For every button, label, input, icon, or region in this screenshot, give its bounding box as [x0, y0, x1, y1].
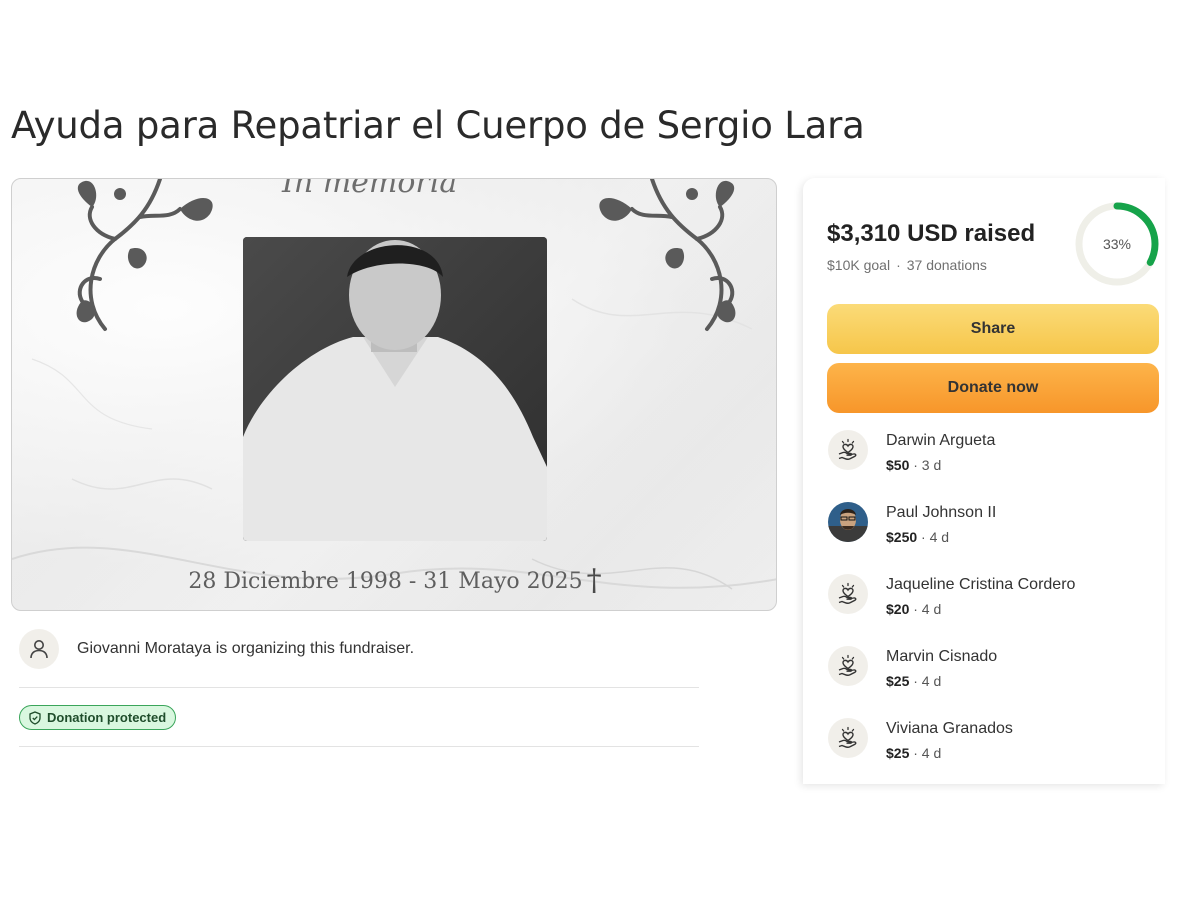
donor-avatar: [828, 430, 868, 470]
heart-hand-icon: [838, 582, 857, 604]
divider: [19, 746, 699, 747]
organizer-text[interactable]: Giovanni Morataya is organizing this fun…: [77, 640, 414, 658]
donor-item: Paul Johnson II $250 · 4 d: [827, 502, 1147, 554]
heart-hand-icon: [838, 726, 857, 748]
fundraiser-hero-image[interactable]: In memoria 28 Diciembre 1998 - 31 Mayo 2…: [11, 178, 777, 611]
heart-hand-icon: [838, 438, 857, 460]
page-title: Ayuda para Repatriar el Cuerpo de Sergio…: [11, 104, 865, 147]
floral-ornament-left: [76, 179, 213, 331]
donor-meta: $250 · 4 d: [886, 529, 949, 545]
donor-name: Marvin Cisnado: [886, 648, 998, 665]
share-button[interactable]: Share: [827, 304, 1159, 354]
donor-item: Darwin Argueta $50 · 3 d: [827, 430, 1147, 482]
donor-avatar: [828, 502, 868, 542]
divider: [19, 687, 699, 688]
goal-separator: ·: [896, 257, 901, 273]
donation-count[interactable]: 37 donations: [907, 257, 987, 273]
floral-ornament-right: [599, 179, 736, 331]
memorial-dates-text: 28 Diciembre 1998 - 31 Mayo 2025: [188, 569, 583, 594]
donate-now-button[interactable]: Donate now: [827, 363, 1159, 413]
cross-icon: †: [586, 563, 602, 598]
donor-amount: $25: [886, 673, 910, 689]
donor-photo: [828, 502, 868, 542]
donor-avatar: [828, 646, 868, 686]
donor-time: · 4 d: [921, 529, 950, 545]
donor-item: Marvin Cisnado $25 · 4 d: [827, 646, 1147, 698]
donor-avatar: [828, 718, 868, 758]
donor-meta: $50 · 3 d: [886, 457, 941, 473]
donor-time: · 3 d: [913, 457, 942, 473]
donation-sidebar-card: $3,310 USD raised $10K goal · 37 donations…: [803, 178, 1165, 784]
donor-amount: $250: [886, 529, 918, 545]
donor-time: · 4 d: [913, 601, 942, 617]
donor-time: · 4 d: [913, 745, 942, 761]
donor-name: Paul Johnson II: [886, 504, 997, 521]
donor-avatar: [828, 574, 868, 614]
donor-amount: $25: [886, 745, 910, 761]
donor-time: · 4 d: [913, 673, 942, 689]
memorial-portrait-photo: [243, 237, 547, 541]
donation-protected-label: Donation protected: [47, 710, 167, 725]
donor-name: Viviana Granados: [886, 720, 1013, 737]
donor-amount: $50: [886, 457, 910, 473]
progress-ring: 33%: [1074, 201, 1160, 287]
memorial-dates: 28 Diciembre 1998 - 31 Mayo 2025 †: [12, 561, 776, 598]
donor-item: Viviana Granados $25 · 4 d: [827, 718, 1147, 770]
progress-percent: 33%: [1102, 236, 1132, 252]
in-memoria-heading: In memoria: [282, 178, 458, 200]
goal-amount: $10K goal: [827, 257, 891, 273]
donor-amount: $20: [886, 601, 910, 617]
amount-raised: $3,310 USD raised: [827, 220, 1036, 247]
heart-hand-icon: [838, 654, 857, 676]
donor-name: Darwin Argueta: [886, 432, 996, 449]
donor-meta: $25 · 4 d: [886, 745, 941, 761]
donation-protected-badge[interactable]: Donation protected: [19, 705, 177, 730]
donor-meta: $25 · 4 d: [886, 673, 941, 689]
goal-line: $10K goal · 37 donations: [827, 257, 987, 273]
donor-item: Jaqueline Cristina Cordero $20 · 4 d: [827, 574, 1147, 626]
donor-name: Jaqueline Cristina Cordero: [886, 576, 1076, 593]
organizer-avatar: [19, 629, 59, 669]
donor-meta: $20 · 4 d: [886, 601, 941, 617]
shield-icon: [29, 710, 41, 725]
user-icon: [30, 640, 48, 659]
organizer-row: Giovanni Morataya is organizing this fun…: [19, 629, 699, 669]
